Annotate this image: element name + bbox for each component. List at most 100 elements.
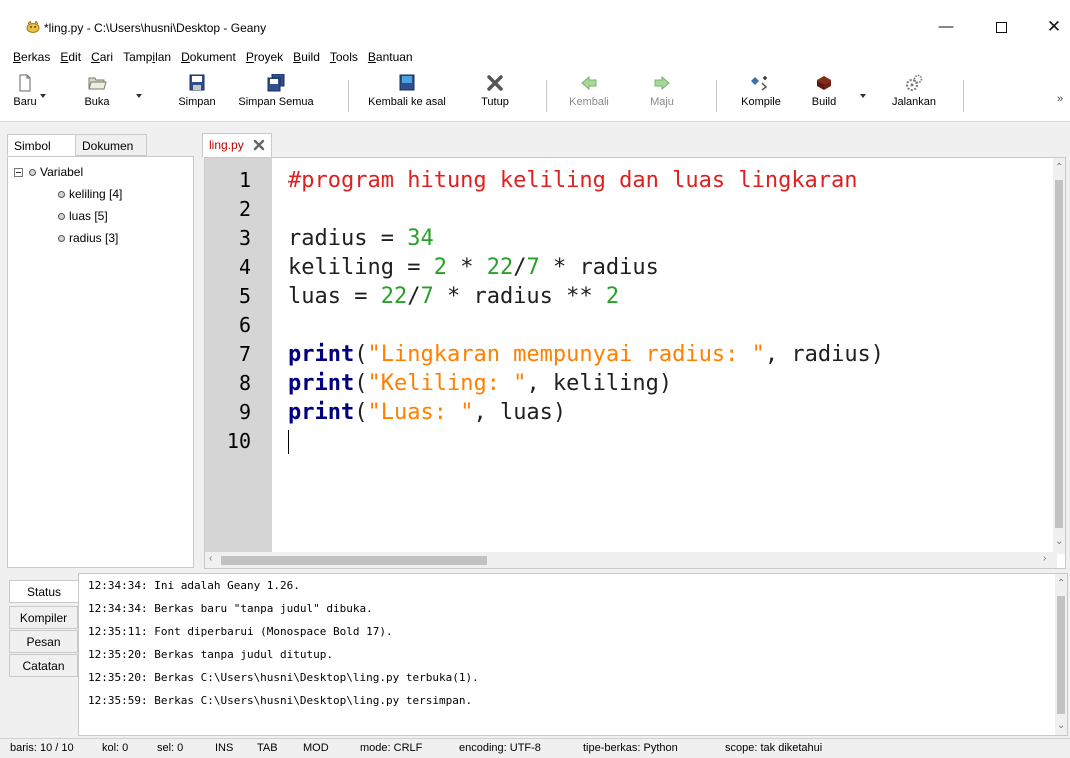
new-file-icon: [19, 74, 31, 92]
toolbar-separator: [963, 80, 964, 112]
scroll-up-icon[interactable]: ⌃: [1057, 578, 1065, 589]
line-number-gutter: 1 2 3 4 5 6 7 8 9 10: [205, 158, 272, 554]
open-file-label: Buka: [84, 96, 110, 108]
save-all-label: Simpan Semua: [238, 96, 314, 108]
sidebar: Simbol Dokumen Variabel keliling [4] lua…: [0, 122, 200, 570]
tab-documents[interactable]: Dokumen: [75, 134, 147, 156]
tree-item-radius[interactable]: radius [3]: [58, 231, 118, 245]
tree-item-label: luas [5]: [69, 209, 108, 223]
revert-button[interactable]: Kembali ke asal: [359, 74, 455, 118]
code-line[interactable]: print("Luas: ", luas): [288, 398, 566, 427]
code-token: "Keliling: ": [367, 371, 527, 396]
compile-label: Kompile: [741, 96, 781, 108]
new-file-dropdown-arrow[interactable]: [40, 94, 46, 98]
open-file-dropdown-arrow[interactable]: [136, 94, 142, 98]
scrollbar-thumb[interactable]: [1055, 180, 1063, 528]
menu-bantuan[interactable]: Bantuan: [366, 50, 415, 64]
status-indent-mode: TAB: [257, 742, 278, 754]
code-line[interactable]: #program hitung keliling dan luas lingka…: [288, 166, 858, 195]
status-log[interactable]: 12:35:59: Berkas C:\Users\husni\Desktop\…: [78, 573, 1068, 736]
scroll-left-icon[interactable]: ‹: [209, 553, 212, 564]
code-line[interactable]: keliling = 2 * 22/7 * radius: [288, 253, 659, 282]
scroll-up-icon[interactable]: ⌃: [1055, 162, 1063, 173]
new-file-button[interactable]: Baru: [12, 74, 38, 118]
tab-ling-py[interactable]: ling.py: [202, 133, 272, 157]
line-number: 9: [238, 400, 251, 424]
code-token: 2: [433, 255, 447, 280]
tree-node-variabel[interactable]: Variabel: [14, 165, 83, 179]
code-token: print: [288, 342, 355, 367]
menu-cari[interactable]: Cari: [89, 50, 115, 64]
minimize-icon: —: [938, 18, 954, 35]
save-all-button[interactable]: Simpan Semua: [236, 74, 316, 118]
tree-node-label: Variabel: [40, 165, 84, 179]
title-bar: *ling.py - C:\Users\husni\Desktop - Gean…: [0, 0, 1070, 46]
menu-edit[interactable]: Edit: [58, 50, 83, 64]
close-file-button[interactable]: Tutup: [478, 74, 512, 118]
editor-vertical-scrollbar[interactable]: ⌃ ⌄: [1053, 158, 1065, 554]
menu-berkas[interactable]: Berkas: [11, 50, 52, 64]
code-line[interactable]: luas = 22/7 * radius ** 2: [288, 282, 619, 311]
menu-tampilan[interactable]: Tampilan: [121, 50, 173, 64]
run-label: Jalankan: [891, 96, 937, 108]
code-token: 7: [526, 255, 540, 280]
save-button[interactable]: Simpan: [172, 74, 222, 118]
menu-dokument[interactable]: Dokument: [179, 50, 238, 64]
minimize-button[interactable]: —: [926, 12, 966, 42]
scroll-down-icon[interactable]: ⌄: [1055, 536, 1063, 547]
navigate-forward-label: Maju: [650, 96, 674, 108]
code-token: *: [446, 255, 487, 280]
build-dropdown-arrow[interactable]: [860, 94, 866, 98]
code-area[interactable]: #program hitung keliling dan luas lingka…: [272, 158, 1057, 554]
status-scope: scope: tak diketahui: [725, 742, 823, 754]
log-entry: 12:35:11: Font diperbarui (Monospace Bol…: [88, 625, 393, 638]
menu-tools[interactable]: Tools: [328, 50, 360, 64]
tab-messages[interactable]: Pesan: [9, 630, 78, 653]
tab-status[interactable]: Status: [9, 580, 78, 603]
collapse-icon[interactable]: [14, 168, 23, 178]
tab-compiler[interactable]: Kompiler: [9, 606, 78, 629]
close-tab-icon[interactable]: [253, 139, 265, 151]
editor-horizontal-scrollbar[interactable]: ‹ ›: [205, 552, 1057, 568]
status-insert-mode: INS: [215, 742, 234, 754]
code-token: /: [407, 284, 421, 309]
log-entry: 12:34:34: Ini adalah Geany 1.26.: [88, 579, 300, 592]
scroll-right-icon[interactable]: ›: [1043, 553, 1046, 564]
scrollbar-thumb[interactable]: [1057, 596, 1065, 714]
open-file-button[interactable]: Buka: [80, 74, 114, 118]
menu-build[interactable]: Build: [291, 50, 322, 64]
toolbar-overflow-chevron-icon[interactable]: »: [1057, 93, 1063, 105]
code-token: luas =: [288, 284, 381, 309]
code-line[interactable]: print("Lingkaran mempunyai radius: ", ra…: [288, 340, 884, 369]
code-token: * radius: [539, 255, 659, 280]
code-line[interactable]: print("Keliling: ", keliling): [288, 369, 672, 398]
scroll-down-icon[interactable]: ⌄: [1057, 720, 1065, 731]
tab-scribble[interactable]: Catatan: [9, 654, 78, 677]
navigate-back-label: Kembali: [569, 96, 609, 108]
close-window-button[interactable]: ✕: [1034, 12, 1070, 42]
tree-item-keliling[interactable]: keliling [4]: [58, 187, 122, 201]
build-button[interactable]: Build: [808, 74, 840, 118]
status-line: baris: 10 / 10: [10, 742, 74, 754]
code-token: * radius **: [433, 284, 606, 309]
status-selection: sel: 0: [157, 742, 184, 754]
maximize-button[interactable]: [981, 12, 1021, 42]
log-vertical-scrollbar[interactable]: ⌃ ⌄: [1055, 574, 1067, 735]
compile-button[interactable]: Kompile: [737, 74, 785, 118]
scrollbar-thumb[interactable]: [221, 556, 487, 565]
navigate-forward-button[interactable]: Maju: [646, 74, 678, 118]
window-title: *ling.py - C:\Users\husni\Desktop - Gean…: [44, 21, 267, 35]
run-button[interactable]: Jalankan: [888, 74, 940, 118]
code-editor[interactable]: 1 2 3 4 5 6 7 8 9 10 #program hitung keliling dan…: [204, 157, 1066, 569]
code-line[interactable]: radius = 34: [288, 224, 434, 253]
status-column: kol: 0: [102, 742, 129, 754]
tab-symbols[interactable]: Simbol: [7, 134, 76, 156]
save-icon: [189, 74, 205, 91]
navigate-back-button[interactable]: Kembali: [566, 74, 612, 118]
tree-item-luas[interactable]: luas [5]: [58, 209, 108, 223]
line-number: 4: [238, 255, 251, 279]
code-token: keliling =: [288, 255, 434, 280]
menu-proyek[interactable]: Proyek: [244, 50, 285, 64]
variable-group-icon: [29, 169, 36, 177]
close-file-label: Tutup: [481, 96, 509, 108]
